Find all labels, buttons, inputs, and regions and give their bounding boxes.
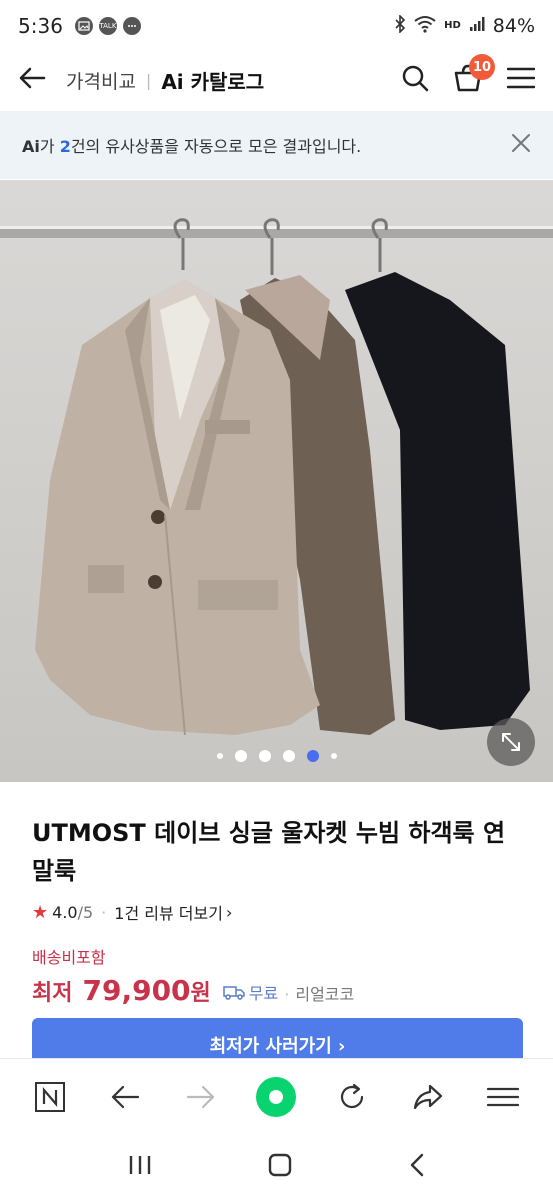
rating-max: /5 bbox=[77, 902, 94, 922]
expand-button[interactable] bbox=[487, 718, 535, 766]
star-icon: ★ bbox=[32, 901, 49, 923]
talk-notification-icon: TALK bbox=[98, 17, 117, 35]
system-icons: HD 84% bbox=[394, 14, 535, 38]
recent-apps-button[interactable] bbox=[128, 1154, 152, 1180]
product-photo bbox=[0, 218, 553, 736]
product-info: UTMOST 데이브 싱글 울자켓 누빔 하객룩 연말룩 ★ 4.0 /5 · … bbox=[0, 782, 553, 1007]
notification-icons: TALK bbox=[74, 17, 141, 35]
chevron-left-icon bbox=[410, 1153, 423, 1177]
gallery-pager bbox=[0, 750, 553, 762]
lowest-price-label: 최저 bbox=[32, 981, 73, 1006]
naver-n-icon bbox=[34, 1081, 65, 1112]
wifi-icon bbox=[414, 15, 436, 38]
recents-icon bbox=[129, 1156, 150, 1174]
forward-arrow-icon bbox=[186, 1085, 215, 1108]
similar-count: 2 bbox=[59, 137, 71, 156]
shipping-note: 배송비포함 bbox=[32, 948, 106, 967]
rating-row: ★ 4.0 /5 · 1건 리뷰 더보기 › bbox=[32, 900, 521, 924]
share-button[interactable] bbox=[403, 1072, 453, 1122]
price-row: 최저 79,900 원 무료 · 리얼코코 bbox=[32, 974, 521, 1007]
price-unit: 원 bbox=[190, 981, 211, 1006]
image-notification-icon bbox=[74, 17, 93, 35]
green-dot-button[interactable] bbox=[251, 1072, 301, 1122]
store-separator: · bbox=[284, 985, 290, 1004]
banner-message: Ai가 2건의 유사상품을 자동으로 모은 결과입니다. bbox=[22, 137, 362, 156]
chat-notification-icon bbox=[122, 17, 141, 35]
naver-home-button[interactable] bbox=[25, 1072, 75, 1122]
status-time: 5:36 bbox=[18, 14, 63, 38]
search-icon[interactable] bbox=[401, 64, 429, 96]
pager-dot-active bbox=[306, 750, 319, 762]
rating-value: 4.0 bbox=[52, 902, 78, 922]
cart-button[interactable]: 10 bbox=[453, 54, 495, 96]
chevron-right-icon: › bbox=[225, 902, 233, 922]
expand-icon bbox=[502, 733, 520, 751]
pager-dot bbox=[234, 750, 247, 762]
pager-dot bbox=[216, 753, 223, 759]
forward-button[interactable] bbox=[176, 1072, 226, 1122]
product-title: UTMOST 데이브 싱글 울자켓 누빔 하객룩 연말룩 bbox=[32, 819, 506, 885]
ai-info-banner: Ai가 2건의 유사상품을 자동으로 모은 결과입니다. bbox=[0, 111, 553, 179]
truck-icon bbox=[223, 986, 245, 1000]
rating-separator: · bbox=[101, 902, 107, 922]
header-actions: 10 bbox=[401, 54, 536, 96]
refresh-icon bbox=[340, 1083, 364, 1108]
product-image-gallery[interactable] bbox=[0, 180, 553, 782]
pager-dot bbox=[258, 750, 271, 762]
refresh-button[interactable] bbox=[327, 1072, 377, 1122]
menu-icon[interactable] bbox=[506, 66, 536, 94]
status-bar: 5:36 TALK HD 84% bbox=[0, 0, 553, 52]
breadcrumb-divider: | bbox=[145, 70, 152, 90]
back-arrow-icon bbox=[112, 1085, 140, 1108]
pager-dot bbox=[330, 753, 337, 759]
back-button[interactable] bbox=[100, 1072, 150, 1122]
battery-level: 84% bbox=[492, 15, 535, 37]
green-dot-icon bbox=[256, 1076, 297, 1117]
app-header: 가격비교 | Ai 카탈로그 10 bbox=[0, 52, 553, 108]
signal-icon bbox=[469, 15, 485, 37]
browser-toolbar bbox=[0, 1058, 553, 1134]
page-title: Ai 카탈로그 bbox=[161, 69, 265, 94]
pager-dot bbox=[282, 750, 295, 762]
home-button[interactable] bbox=[267, 1152, 293, 1182]
back-arrow-icon[interactable] bbox=[18, 63, 50, 98]
store-name: 리얼코코 bbox=[295, 985, 355, 1004]
share-icon bbox=[413, 1084, 442, 1109]
cart-count-badge: 10 bbox=[469, 54, 495, 80]
system-nav-bar bbox=[0, 1134, 553, 1200]
system-back-button[interactable] bbox=[408, 1153, 426, 1181]
delivery-info: 무료 bbox=[223, 980, 278, 1004]
bluetooth-icon bbox=[394, 14, 406, 37]
hd-voice-icon: HD bbox=[444, 20, 461, 31]
review-link[interactable]: 1건 리뷰 더보기 bbox=[114, 900, 223, 924]
breadcrumb-price-compare[interactable]: 가격비교 bbox=[66, 67, 136, 94]
ai-label: Ai bbox=[22, 137, 40, 156]
menu-icon bbox=[487, 1087, 520, 1106]
home-icon bbox=[268, 1153, 291, 1177]
price-value: 79,900 bbox=[82, 974, 191, 1007]
delivery-fee: 무료 bbox=[248, 984, 279, 1003]
close-icon[interactable] bbox=[511, 130, 531, 160]
browser-menu-button[interactable] bbox=[478, 1072, 528, 1122]
